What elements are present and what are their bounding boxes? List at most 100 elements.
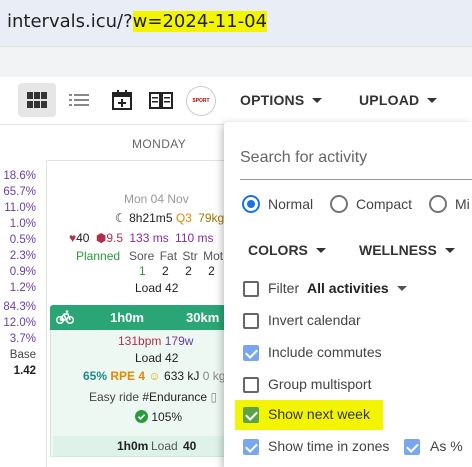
group-multisport-checkbox[interactable] xyxy=(243,377,259,393)
day-name: MONDAY xyxy=(132,137,187,151)
url-text: intervals.icu/?w=2024-11-04 xyxy=(7,11,268,32)
colors-dropdown[interactable]: COLORS xyxy=(248,242,326,258)
activity-load: Load 42 xyxy=(135,351,179,365)
wellness-label: WELLNESS xyxy=(359,242,437,258)
radio-normal[interactable] xyxy=(242,195,260,213)
energy-value: 633 kJ xyxy=(164,369,200,383)
bike-icon xyxy=(56,310,74,324)
activity-card-header[interactable]: 1h0m 30km xyxy=(50,305,226,330)
weight-value: 79kg xyxy=(198,211,225,225)
radio-compact-label: Compact xyxy=(356,196,413,212)
upload-dropdown[interactable]: UPLOAD xyxy=(359,92,438,108)
activity-tag: #Endurance xyxy=(142,390,208,404)
wellness-value: 2 xyxy=(208,264,215,278)
chevron-down-icon xyxy=(312,98,323,103)
show-time-in-zones-checkbox[interactable] xyxy=(243,439,259,455)
planned-label: Planned xyxy=(76,249,121,263)
stat-value: 65.7% xyxy=(3,186,36,198)
summary-load-label: Load xyxy=(151,439,178,453)
hrv-icon: ⬢ xyxy=(95,231,107,245)
hrv-value: 9.5 xyxy=(106,231,123,245)
hrv-ms-1: 133 ms xyxy=(129,231,169,245)
hrv-ms-2: 110 ms xyxy=(175,231,214,245)
url-prefix: intervals.icu/? xyxy=(7,11,133,32)
rpe-value: RPE 4 xyxy=(110,369,146,383)
wellness-dropdown[interactable]: WELLNESS xyxy=(359,242,455,258)
sleep-duration: 8h21m xyxy=(129,211,166,225)
avg-power: 179w xyxy=(164,334,194,348)
options-label: OPTIONS xyxy=(240,92,305,108)
summary-duration: 1h0m xyxy=(117,439,149,453)
stat-value: 11.0% xyxy=(4,202,36,214)
show-time-in-zones-label: Show time in zones xyxy=(268,438,390,454)
wellness-header: Sore xyxy=(129,249,155,263)
smiley-icon: ☺ xyxy=(148,369,161,383)
day-summary: 1h0m Load 40 xyxy=(53,436,225,456)
radio-normal-label: Normal xyxy=(268,196,314,212)
intensity-value: 65% xyxy=(83,369,108,383)
invert-calendar-checkbox[interactable] xyxy=(243,313,259,329)
activity-name: Easy ride xyxy=(89,390,140,404)
week-stats-column: 18.6% 65.7% 11.0% 1.0% 0.5% 2.3% 0.9% 1.… xyxy=(0,168,36,379)
partner-logo-text: SPORT xyxy=(192,98,210,104)
search-placeholder: Search for activity xyxy=(240,149,368,166)
resting-hr: 40 xyxy=(76,231,90,245)
filter-checkbox[interactable] xyxy=(243,281,259,297)
options-dropdown[interactable]: OPTIONS xyxy=(240,92,323,108)
list-view-button[interactable] xyxy=(60,83,98,117)
filter-row: Filter All activities xyxy=(268,280,407,296)
activity-title: Easy ride #Endurance ▯ xyxy=(89,390,217,404)
chevron-down-icon xyxy=(427,98,438,103)
partner-logo-button[interactable]: SPORT xyxy=(186,86,216,116)
chevron-down-icon xyxy=(396,286,407,291)
stat-value: 0.5% xyxy=(9,234,36,246)
filter-select[interactable]: All activities xyxy=(307,280,389,296)
calendar-plus-icon xyxy=(112,90,132,110)
stat-value: 1.2% xyxy=(9,282,36,294)
sleep-row: ☾ 8h21m5 Q3 79kg xyxy=(115,211,224,225)
kg-value: 0 kg xyxy=(202,369,226,383)
book-icon xyxy=(149,92,173,109)
browser-bookmarks-band xyxy=(0,46,472,77)
options-panel: Search for activity Normal Compact Mi CO… xyxy=(224,122,472,467)
radio-compact[interactable] xyxy=(330,195,348,213)
add-event-button[interactable] xyxy=(103,83,141,117)
moon-icon: ☾ xyxy=(115,211,126,225)
list-icon xyxy=(69,94,89,106)
grid-view-button[interactable] xyxy=(18,83,56,117)
stat-value: 2.3% xyxy=(9,250,36,262)
invert-calendar-label: Invert calendar xyxy=(268,312,361,328)
upload-label: UPLOAD xyxy=(359,92,420,108)
include-commutes-checkbox[interactable] xyxy=(243,345,259,361)
as-percent-label: As % xyxy=(430,438,463,454)
colors-label: COLORS xyxy=(248,242,308,258)
address-bar[interactable]: intervals.icu/?w=2024-11-04 xyxy=(0,0,472,46)
activity-distance: 30km xyxy=(186,310,220,325)
stat-value: 1.42 xyxy=(13,365,36,377)
grid-icon xyxy=(27,92,47,108)
radio-mini-label: Mi xyxy=(455,196,470,212)
radio-mini[interactable] xyxy=(429,195,447,213)
show-next-week-checkbox[interactable] xyxy=(243,407,259,423)
hr-row: ♥40 ⬢9.5 133 ms 110 ms xyxy=(69,231,214,245)
compliance-row: 105% xyxy=(135,410,182,424)
compliance-value: 105% xyxy=(151,410,183,424)
library-button[interactable] xyxy=(142,83,180,117)
filter-label: Filter xyxy=(268,280,300,296)
stat-value: 18.6% xyxy=(3,170,36,182)
wellness-headers: Sore Fat Str Mot xyxy=(129,249,223,263)
stat-value: 3.7% xyxy=(9,333,36,345)
day-date: Mon 04 Nov xyxy=(124,192,189,206)
wellness-value: 1 xyxy=(139,264,146,278)
show-next-week-label: Show next week xyxy=(268,406,370,422)
activity-search-input[interactable]: Search for activity xyxy=(240,136,472,180)
sleep-quality: 5 xyxy=(165,211,173,225)
url-week-param: w=2024-11-04 xyxy=(132,11,268,32)
wellness-header: Fat xyxy=(159,249,178,263)
map-icon: ▯ xyxy=(210,390,218,404)
chevron-down-icon xyxy=(444,248,455,253)
stat-label: Base xyxy=(9,349,36,361)
as-percent-checkbox[interactable] xyxy=(404,439,420,455)
wellness-header: Mot xyxy=(203,249,224,263)
summary-load-value: 40 xyxy=(183,439,197,453)
